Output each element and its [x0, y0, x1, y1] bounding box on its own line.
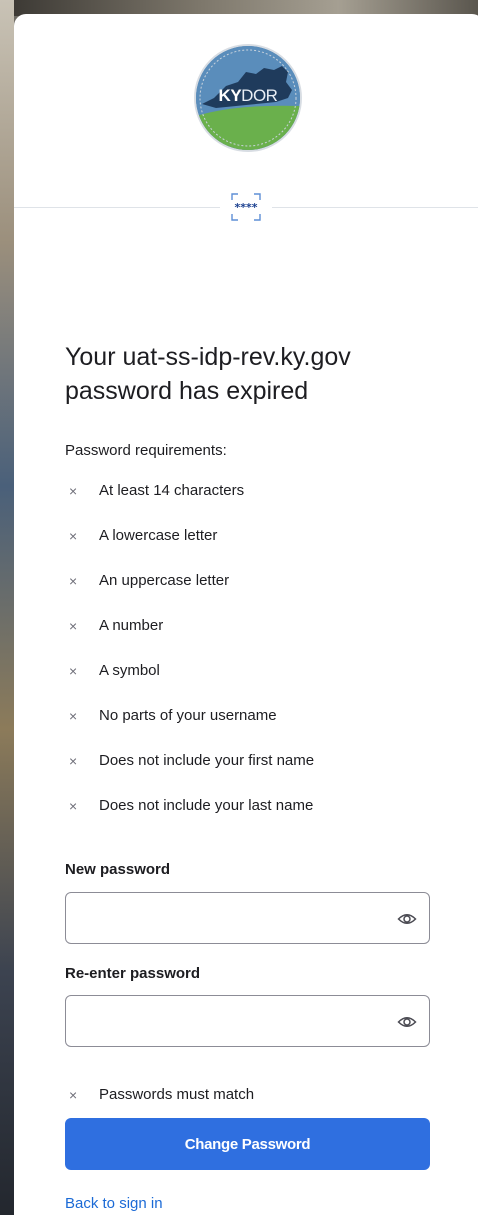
x-icon: × [69, 798, 78, 814]
x-icon: × [69, 483, 78, 499]
show-password-icon[interactable] [397, 1012, 417, 1032]
x-icon: × [69, 753, 78, 769]
kydor-logo: KYDOR [194, 44, 302, 152]
requirement-text: A symbol [99, 662, 160, 679]
new-password-label: New password [65, 861, 171, 878]
requirement-text: At least 14 characters [99, 482, 245, 499]
requirement-item: × At least 14 characters [65, 480, 314, 525]
x-icon: × [69, 1087, 78, 1103]
requirement-text: No parts of your username [99, 707, 277, 724]
requirement-text: Does not include your first name [99, 752, 315, 769]
page-title: Your uat-ss-idp-rev.ky.gov password has … [65, 343, 351, 405]
background-left-edge [0, 0, 14, 1215]
password-match-text: Passwords must match [99, 1086, 255, 1103]
password-match-rule: × Passwords must match [65, 1084, 254, 1106]
back-to-sign-in-link[interactable]: Back to sign in [65, 1195, 163, 1212]
requirement-item: × An uppercase letter [65, 570, 314, 615]
requirement-item: × Does not include your last name [65, 795, 314, 840]
show-password-icon[interactable] [397, 909, 417, 929]
requirements-list: × At least 14 characters × A lowercase let… [65, 480, 314, 840]
requirement-text: A lowercase letter [99, 527, 218, 544]
x-icon: × [69, 708, 78, 724]
new-password-input[interactable] [78, 901, 382, 937]
requirement-item: × A symbol [65, 660, 314, 705]
x-icon: × [69, 528, 78, 544]
requirement-item: × Does not include your first name [65, 750, 314, 795]
x-icon: × [69, 573, 78, 589]
x-icon: × [69, 618, 78, 634]
header-divider-right [272, 207, 478, 208]
reenter-password-input[interactable] [78, 1004, 382, 1040]
new-password-field[interactable] [65, 892, 430, 944]
change-password-button[interactable]: Change Password [65, 1118, 430, 1170]
requirement-text: Does not include your last name [99, 797, 314, 814]
requirement-text: An uppercase letter [99, 572, 230, 589]
requirement-item: × A lowercase letter [65, 525, 314, 570]
reenter-password-field[interactable] [65, 995, 430, 1047]
requirement-text: A number [99, 617, 164, 634]
password-field-icon: **** [231, 193, 261, 221]
requirement-item: × A number [65, 615, 314, 660]
sign-in-card: KYDOR **** Your uat-ss-idp-rev.ky.gov pa… [14, 14, 478, 1215]
logo-wordmark: KYDOR [218, 86, 278, 105]
svg-text:****: **** [234, 201, 257, 214]
requirement-item: × No parts of your username [65, 705, 314, 750]
reenter-password-label: Re-enter password [65, 965, 201, 982]
header-divider-left [14, 207, 220, 208]
requirements-heading: Password requirements: [65, 442, 227, 459]
x-icon: × [69, 663, 78, 679]
